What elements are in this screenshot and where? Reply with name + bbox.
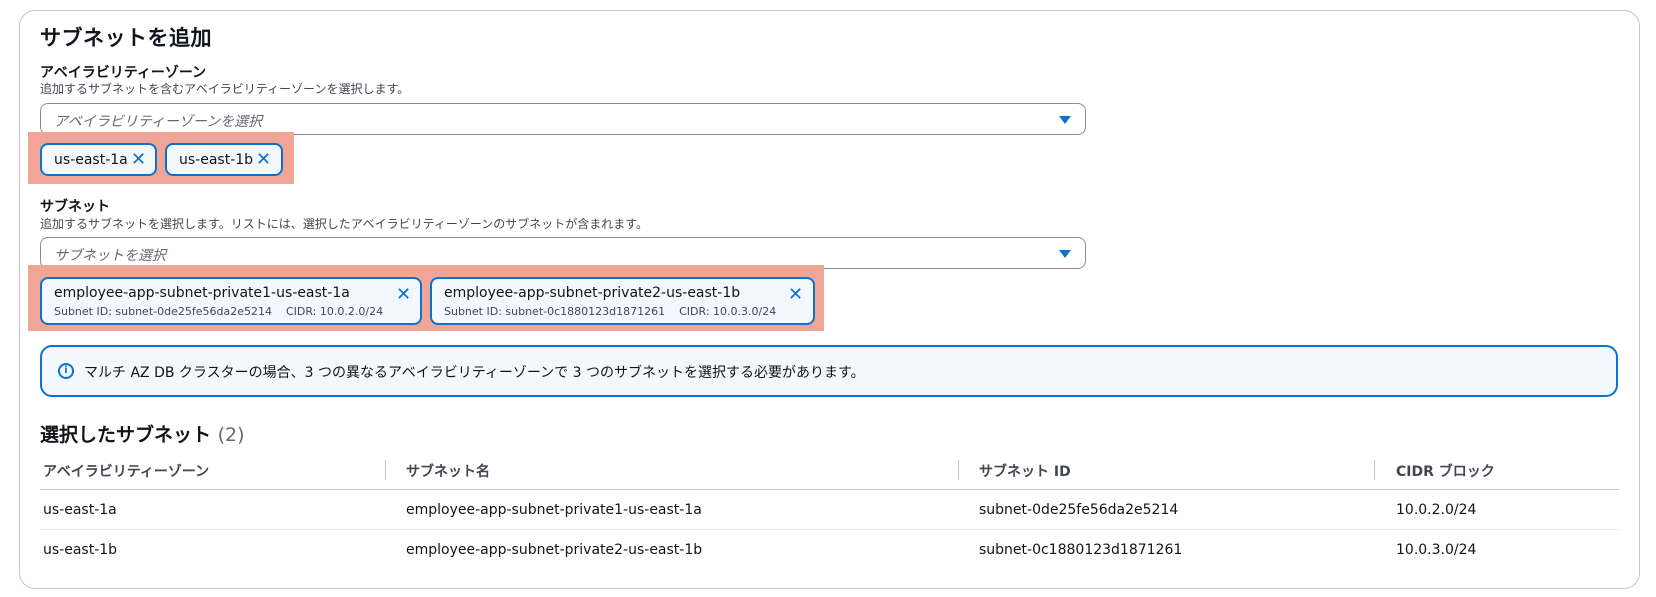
column-header-subnet-id[interactable]: サブネット ID [979,461,1071,481]
cell-subnet-name: employee-app-subnet-private2-us-east-1b [406,542,703,558]
cell-cidr: 10.0.2.0/24 [1396,502,1477,518]
close-icon[interactable]: ✕ [788,286,803,304]
caret-down-icon [1059,116,1071,124]
az-field-label: アベイラビリティーゾーン [40,65,207,81]
subnet-token-name: employee-app-subnet-private1-us-east-1a [54,285,350,301]
az-token: us-east-1a ✕ [40,143,157,176]
az-token: us-east-1b ✕ [165,143,283,176]
az-field-description: 追加するサブネットを含むアベイラビリティーゾーンを選択します。 [40,82,410,96]
column-header-subnet-name[interactable]: サブネット名 [406,461,490,481]
column-divider[interactable] [958,460,959,480]
close-icon[interactable]: ✕ [396,286,411,304]
cell-subnet-id: subnet-0de25fe56da2e5214 [979,502,1179,518]
section-title: サブネットを追加 [40,26,212,50]
selected-subnets-title: 選択したサブネット [40,424,212,446]
subnet-token-meta: Subnet ID: subnet-0c1880123d1871261 CIDR:… [444,305,776,318]
subnet-token-id: Subnet ID: subnet-0de25fe56da2e5214 [54,305,272,318]
subnet-field-description: 追加するサブネットを選択します。リストには、選択したアベイラビリティーゾーンのサ… [40,217,649,231]
close-icon[interactable]: ✕ [131,151,146,169]
subnet-token: employee-app-subnet-private1-us-east-1a … [40,277,422,325]
caret-down-icon [1059,250,1071,258]
selected-subnets-heading: 選択したサブネット (2) [40,420,245,447]
az-select-placeholder: アベイラビリティーゾーンを選択 [54,114,263,130]
cell-az: us-east-1b [43,542,118,558]
subnet-token-meta: Subnet ID: subnet-0de25fe56da2e5214 CIDR:… [54,305,383,318]
header-rule [40,489,1619,490]
cell-az: us-east-1a [43,502,117,518]
subnet-select-placeholder: サブネットを選択 [54,248,166,264]
column-header-cidr[interactable]: CIDR ブロック [1396,461,1495,481]
subnet-token-name: employee-app-subnet-private2-us-east-1b [444,285,741,301]
row-rule [40,529,1619,530]
cell-subnet-id: subnet-0c1880123d1871261 [979,542,1183,558]
subnet-field-label: サブネット [40,199,110,215]
alert-message: マルチ AZ DB クラスターの場合、3 つの異なるアベイラビリティーゾーンで … [84,365,865,381]
cell-cidr: 10.0.3.0/24 [1396,542,1477,558]
az-select[interactable]: アベイラビリティーゾーンを選択 [40,103,1086,135]
column-divider[interactable] [1374,460,1375,480]
column-header-az[interactable]: アベイラビリティーゾーン [43,461,209,481]
subnet-token: employee-app-subnet-private2-us-east-1b … [430,277,815,325]
subnet-token-id: Subnet ID: subnet-0c1880123d1871261 [444,305,666,318]
selected-subnets-count: (2) [217,424,245,446]
az-token-label: us-east-1a [54,152,128,168]
subnet-token-cidr: CIDR: 10.0.3.0/24 [679,305,777,318]
cell-subnet-name: employee-app-subnet-private1-us-east-1a [406,502,702,518]
subnet-token-cidr: CIDR: 10.0.2.0/24 [285,305,384,318]
az-token-label: us-east-1b [179,152,254,168]
info-alert: i マルチ AZ DB クラスターの場合、3 つの異なるアベイラビリティーゾーン… [40,345,1618,397]
column-divider[interactable] [385,460,386,480]
info-icon: i [58,363,74,379]
close-icon[interactable]: ✕ [256,151,271,169]
